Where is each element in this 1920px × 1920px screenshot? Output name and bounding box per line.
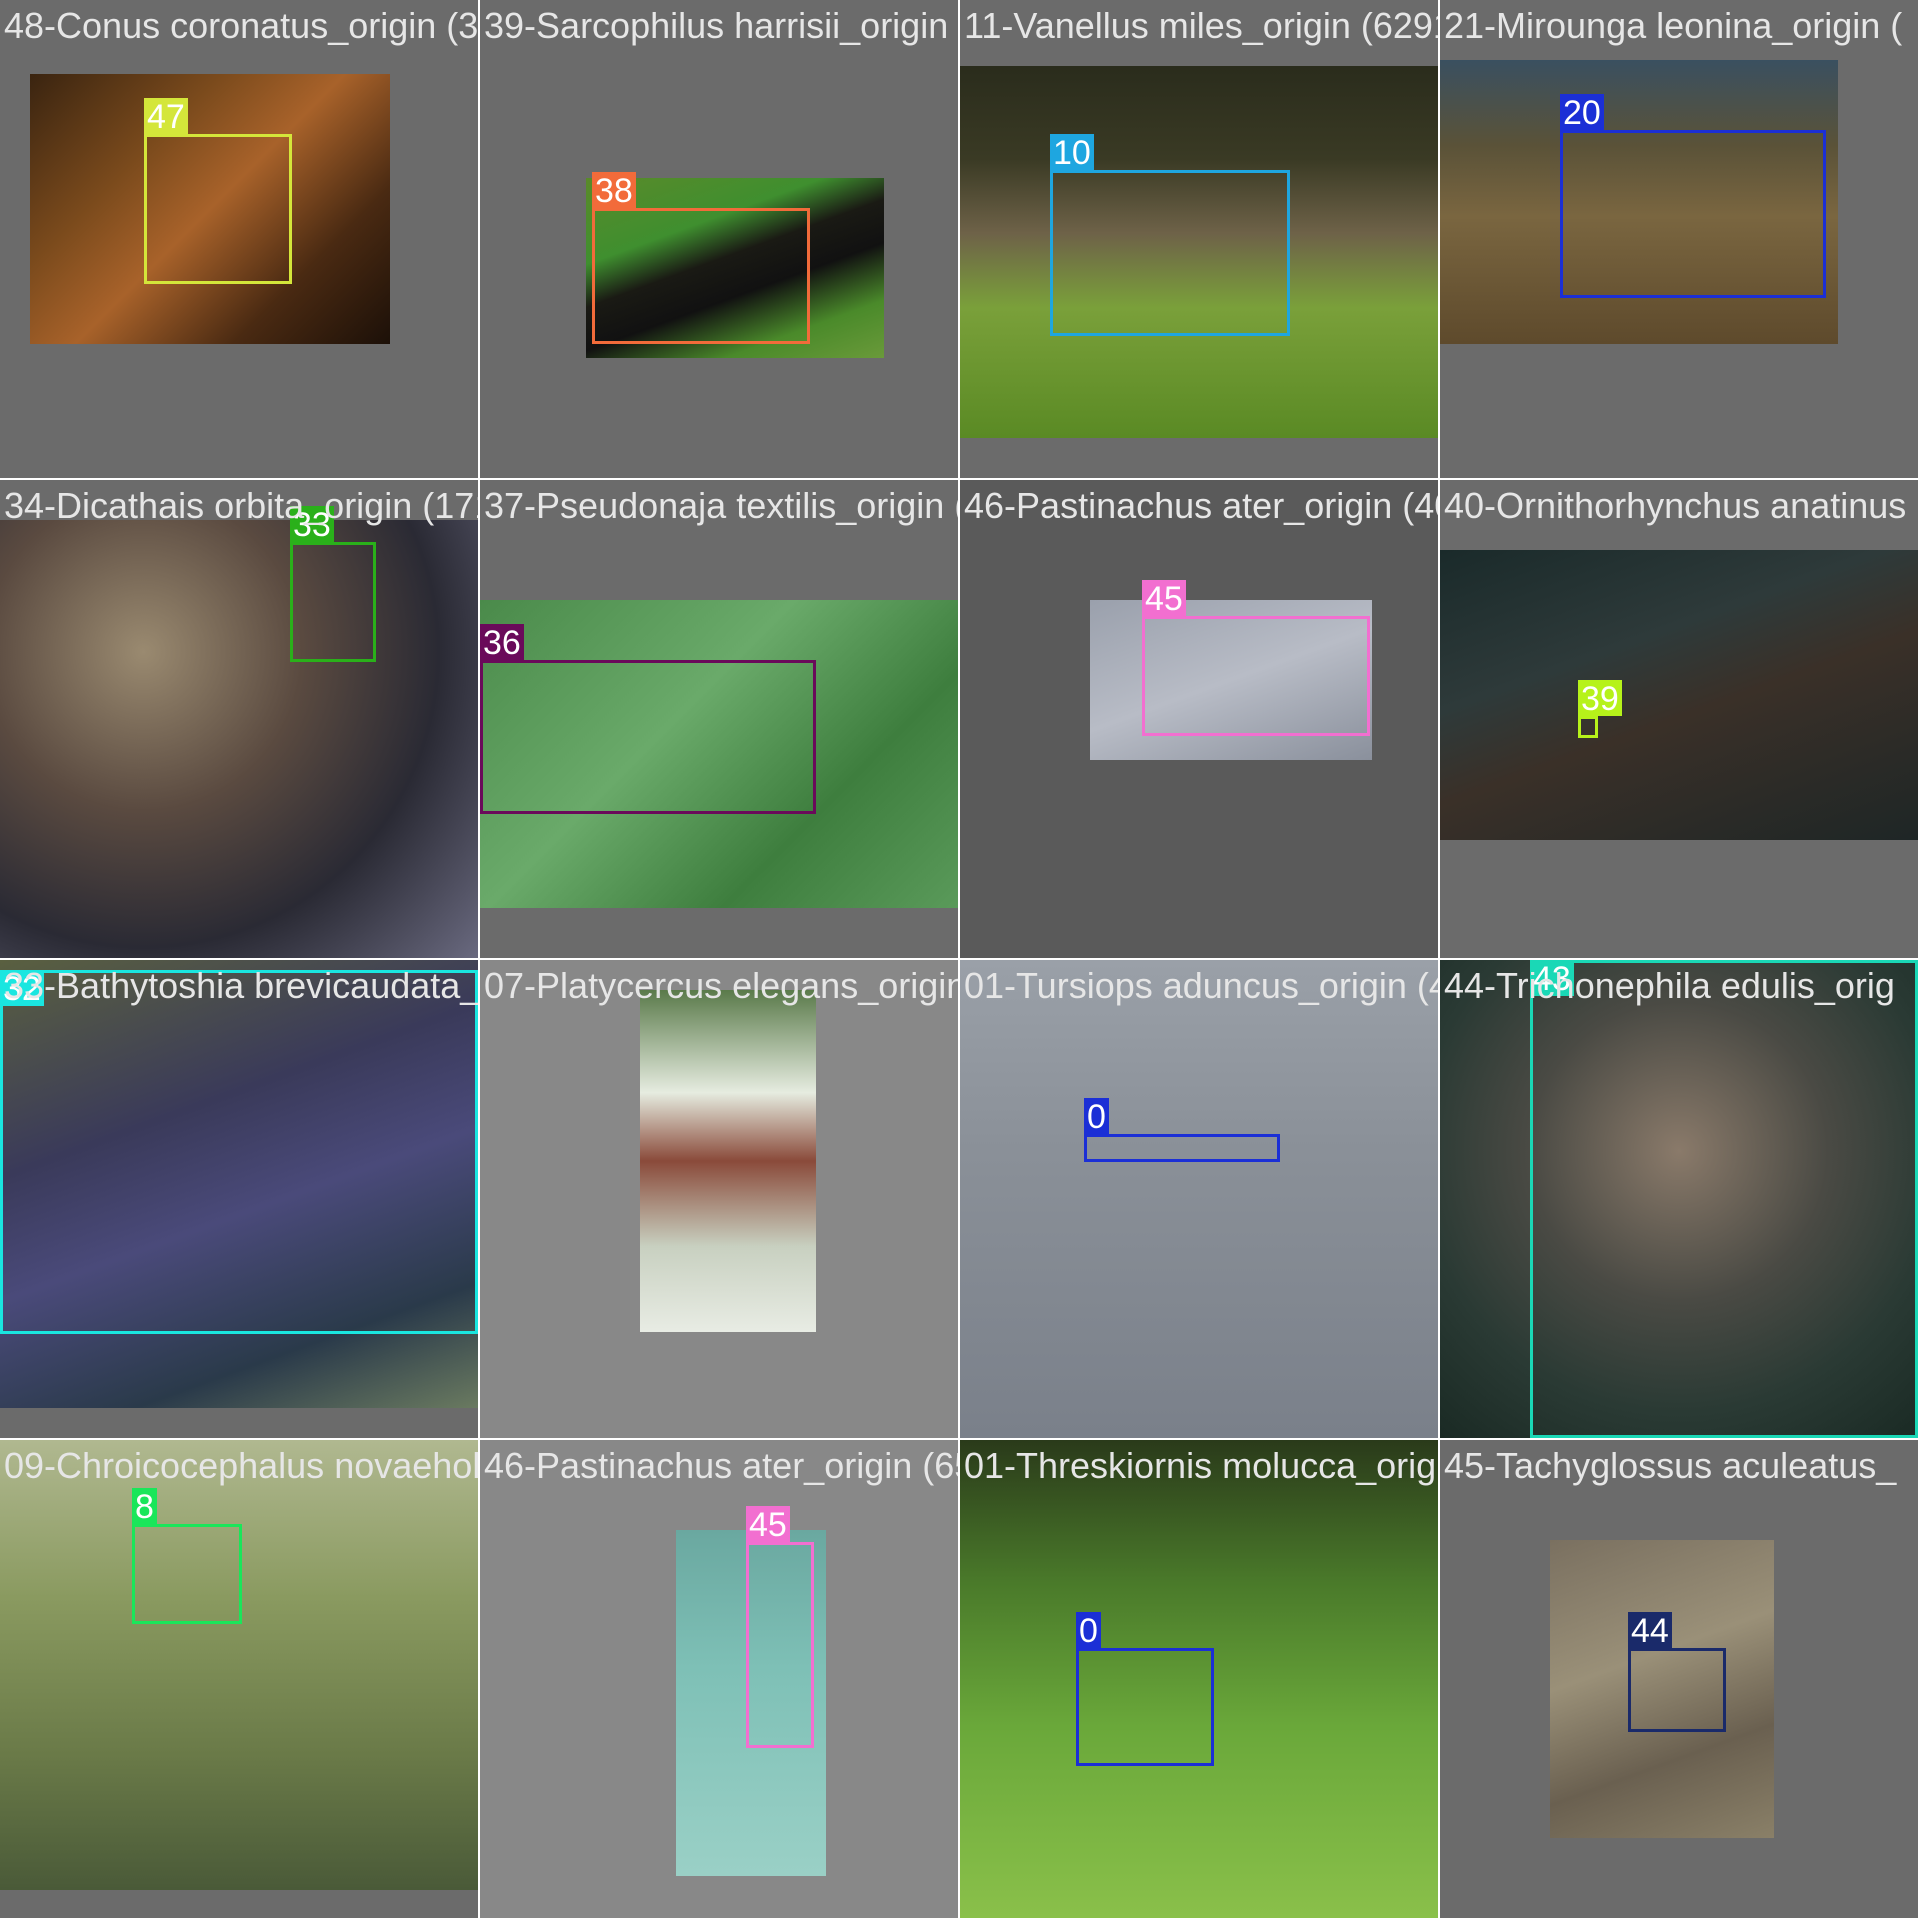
grid-cell: 3334-Dicathais orbita_origin (171).jpg (0, 480, 478, 958)
detection-grid: 4748-Conus coronatus_origin (399).jpg383… (0, 0, 1920, 1920)
sample-photo (640, 990, 816, 1332)
image-filename-caption: 34-Dicathais orbita_origin (171).jpg (4, 485, 478, 526)
image-filename-caption: 11-Vanellus miles_origin (6291).jpg (964, 5, 1438, 46)
detection-box: 8 (132, 1488, 242, 1624)
image-filename-caption: 45-Tachyglossus aculeatus_ (1444, 1445, 1897, 1486)
image-filename-caption: 01-Threskiornis molucca_origin (431).jpg (964, 1445, 1438, 1486)
sample-photo (1440, 550, 1918, 840)
grid-cell: 44 45-Tachyglossus aculeatus_ (1440, 1440, 1918, 1918)
grid-cell: 45 46-Pastinachus ater_origin (654).jpg (480, 1440, 958, 1918)
detection-class-label: 0 (1076, 1612, 1101, 1650)
grid-cell: 20 21-Mirounga leonina_origin ( (1440, 0, 1918, 478)
grid-cell: 0 01-Tursiops aduncus_origin (440).jpg (960, 960, 1438, 1438)
grid-cell: 10 11-Vanellus miles_origin (6291).jpg (960, 0, 1438, 478)
detection-class-label: 0 (1084, 1098, 1109, 1136)
grid-cell: 45 46-Pastinachus ater_origin (407).jpg (960, 480, 1438, 958)
grid-cell: 39 40-Ornithorhynchus anatinus (1440, 480, 1918, 958)
detection-box: 10 (1050, 134, 1290, 336)
sample-photo (960, 960, 1438, 1438)
detection-box: 20 (1560, 94, 1826, 298)
image-filename-caption: 33-Bathytoshia brevicaudata_origin (18).… (4, 965, 478, 1006)
detection-class-label: 45 (746, 1506, 790, 1544)
grid-cell: 3233-Bathytoshia brevicaudata_origin (18… (0, 960, 478, 1438)
sample-photo (0, 520, 478, 958)
detection-box: 45 (746, 1506, 814, 1748)
image-filename-caption: 01-Tursiops aduncus_origin (440).jpg (964, 965, 1438, 1006)
detection-box: 39 (1578, 680, 1622, 738)
detection-box: 0 (1076, 1612, 1214, 1766)
image-filename-caption: 48-Conus coronatus_origin (399).jpg (4, 5, 478, 46)
detection-box: 44 (1628, 1612, 1726, 1732)
grid-cell: 43 44-Trichonephila edulis_orig (1440, 960, 1918, 1438)
detection-box: 45 (1142, 580, 1370, 736)
detection-class-label: 20 (1560, 94, 1604, 132)
detection-box: 36 (480, 624, 816, 814)
image-filename-caption: 46-Pastinachus ater_origin (407).jpg (964, 485, 1438, 526)
image-filename-caption: 46-Pastinachus ater_origin (654).jpg (484, 1445, 958, 1486)
detection-box: 38 (592, 172, 810, 344)
detection-class-label: 36 (480, 624, 524, 662)
image-filename-caption: 40-Ornithorhynchus anatinus (1444, 485, 1907, 526)
detection-box: 33 (290, 506, 376, 662)
grid-cell: 0 01-Threskiornis molucca_origin (431).jp… (960, 1440, 1438, 1918)
sample-photo (0, 1440, 478, 1890)
image-filename-caption: 39-Sarcophilus harrisii_origin (1511).jp… (484, 5, 958, 46)
detection-class-label: 45 (1142, 580, 1186, 618)
image-filename-caption: 21-Mirounga leonina_origin ( (1444, 5, 1903, 46)
detection-box: 43 (1530, 960, 1918, 1438)
detection-class-label: 39 (1578, 680, 1622, 718)
detection-class-label: 10 (1050, 134, 1094, 172)
image-filename-caption: 37-Pseudonaja textilis_origin (187).jpg (484, 485, 958, 526)
grid-cell: 47 48-Conus coronatus_origin (399).jpg (0, 0, 478, 478)
detection-box: 47 (144, 98, 292, 284)
detection-class-label: 44 (1628, 1612, 1672, 1650)
image-filename-caption: 09-Chroicocephalus novaehollandiae_origi… (4, 1445, 478, 1486)
grid-cell: 38 39-Sarcophilus harrisii_origin (1511).… (480, 0, 958, 478)
grid-cell: 809-Chroicocephalus novaehollandiae_orig… (0, 1440, 478, 1918)
detection-class-label: 38 (592, 172, 636, 210)
detection-box: 32 (0, 970, 478, 1334)
detection-class-label: 47 (144, 98, 188, 136)
grid-cell: 36 37-Pseudonaja textilis_origin (187).jp… (480, 480, 958, 958)
detection-class-label: 8 (132, 1488, 157, 1526)
image-filename-caption: 44-Trichonephila edulis_orig (1444, 965, 1895, 1006)
grid-cell: 07-Platycercus elegans_origin (350).jpg (480, 960, 958, 1438)
detection-box: 0 (1084, 1098, 1280, 1162)
image-filename-caption: 07-Platycercus elegans_origin (350).jpg (484, 965, 958, 1006)
